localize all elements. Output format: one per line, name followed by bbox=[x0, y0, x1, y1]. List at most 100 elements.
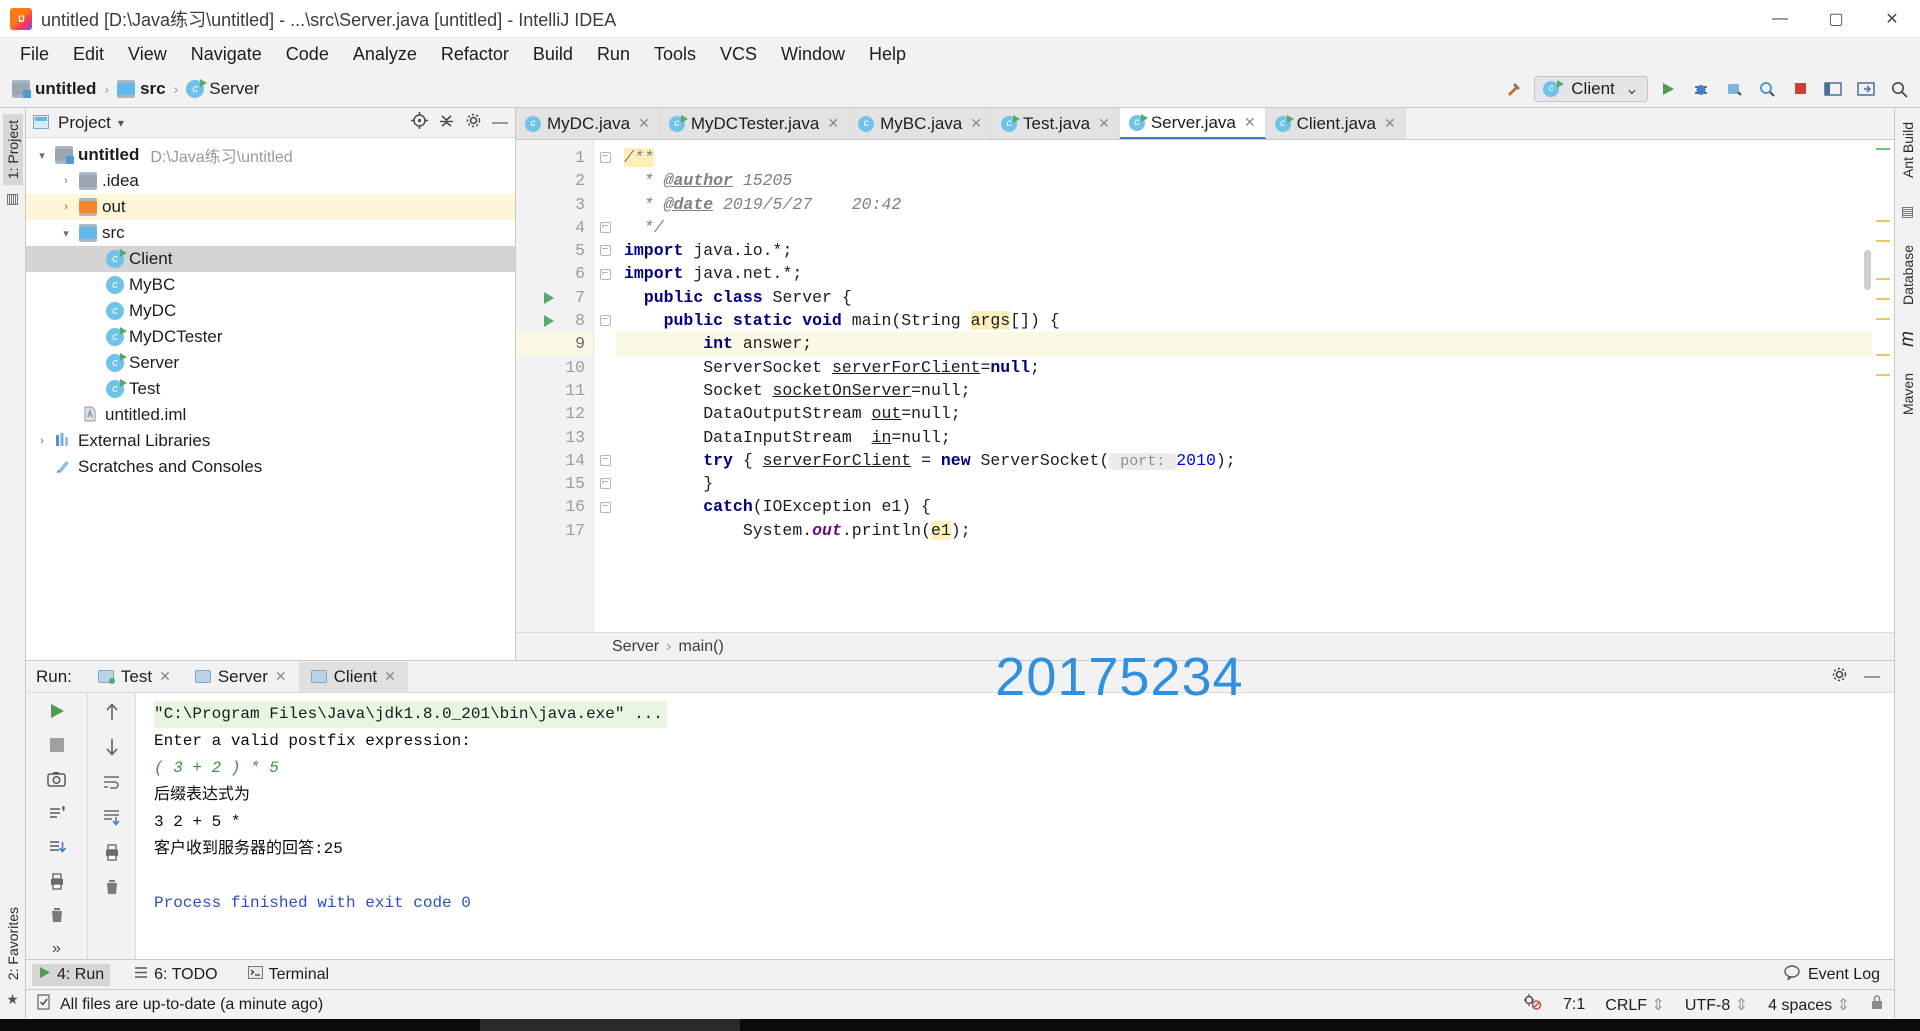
fold-marker[interactable]: ⌐ bbox=[594, 262, 616, 285]
print-icon[interactable] bbox=[45, 870, 69, 891]
run-icon[interactable] bbox=[1655, 76, 1681, 102]
search-icon[interactable] bbox=[1886, 76, 1912, 102]
code-line[interactable]: ServerSocket serverForClient=null; bbox=[616, 356, 1894, 379]
down-arrow-icon[interactable] bbox=[100, 736, 124, 758]
sidebar-item-ant-build[interactable]: Ant Build bbox=[1898, 116, 1918, 184]
code-line[interactable]: } bbox=[616, 472, 1894, 495]
build-hammer-icon[interactable] bbox=[1501, 76, 1527, 102]
fold-marker[interactable]: − bbox=[594, 239, 616, 262]
run-tab-client[interactable]: Client ✕ bbox=[298, 661, 408, 692]
line-number[interactable]: 14 bbox=[516, 449, 593, 472]
run-tab-server[interactable]: Server ✕ bbox=[183, 662, 299, 692]
tree-node-mydc[interactable]: c MyDC bbox=[26, 298, 515, 324]
layout-icon[interactable] bbox=[1820, 76, 1846, 102]
tree-node-mydctester[interactable]: c MyDCTester bbox=[26, 324, 515, 350]
run-gutter-icon[interactable] bbox=[544, 291, 554, 304]
line-number[interactable]: 6 bbox=[516, 262, 593, 285]
editor-scrollbar[interactable] bbox=[1863, 140, 1872, 632]
export-icon[interactable] bbox=[45, 837, 69, 858]
close-icon[interactable]: ✕ bbox=[1098, 115, 1110, 132]
code-line[interactable]: try { serverForClient = new ServerSocket… bbox=[616, 449, 1894, 472]
caret-position[interactable]: 7:1 bbox=[1563, 996, 1585, 1014]
sidebar-item-maven[interactable]: Maven bbox=[1898, 367, 1918, 421]
fold-marker[interactable] bbox=[594, 519, 616, 542]
trash-icon[interactable] bbox=[45, 904, 69, 925]
close-icon[interactable]: ✕ bbox=[970, 115, 982, 132]
close-icon[interactable]: ✕ bbox=[1384, 115, 1396, 132]
sidebar-item-database[interactable]: Database bbox=[1898, 239, 1918, 311]
code-editor[interactable]: 1 2 3 4 5 6 7 8 9 10 11 12 13 14 15 16 17 − ⌐ − ⌐ − − ⌐ − /** *… bbox=[516, 140, 1894, 632]
editor-tab-test[interactable]: c Test.java ✕ bbox=[992, 108, 1120, 139]
profiler-icon[interactable] bbox=[1754, 76, 1780, 102]
menu-edit[interactable]: Edit bbox=[61, 41, 116, 68]
fold-marker[interactable]: ⌐ bbox=[594, 216, 616, 239]
tree-node-external-libraries[interactable]: › External Libraries bbox=[26, 428, 515, 454]
close-icon[interactable]: ✕ bbox=[159, 668, 171, 685]
editor-tab-mydc[interactable]: c MyDC.java ✕ bbox=[516, 108, 660, 139]
fold-marker[interactable] bbox=[594, 286, 616, 309]
maven-m-icon[interactable]: m bbox=[1895, 325, 1920, 353]
line-number[interactable]: 13 bbox=[516, 426, 593, 449]
inspection-off-icon[interactable] bbox=[1523, 993, 1543, 1016]
run-gutter-icon[interactable] bbox=[544, 315, 554, 328]
console-output[interactable]: "C:\Program Files\Java\jdk1.8.0_201\bin\… bbox=[136, 693, 1894, 959]
sidebar-item-project-tab[interactable]: 1: Project bbox=[2, 114, 23, 186]
tree-node-untitled[interactable]: ▾ untitled D:\Java练习\untitled bbox=[26, 142, 515, 168]
fold-marker[interactable] bbox=[594, 402, 616, 425]
tree-node-iml[interactable]: untitled.iml bbox=[26, 402, 515, 428]
maximize-button[interactable]: ▢ bbox=[1808, 0, 1864, 38]
more-icon[interactable]: » bbox=[45, 938, 69, 959]
close-icon[interactable]: ✕ bbox=[638, 115, 650, 132]
tree-node-test[interactable]: c Test bbox=[26, 376, 515, 402]
code-folding-column[interactable]: − ⌐ − ⌐ − − ⌐ − bbox=[594, 140, 616, 632]
code-line[interactable]: DataInputStream in=null; bbox=[616, 426, 1894, 449]
tree-node-idea[interactable]: › .idea bbox=[26, 168, 515, 194]
chevron-right-icon[interactable]: › bbox=[58, 201, 74, 213]
close-icon[interactable]: ✕ bbox=[384, 668, 396, 685]
code-line[interactable]: System.out.println(e1); bbox=[616, 519, 1894, 542]
trash-icon[interactable] bbox=[100, 876, 124, 898]
editor-tab-mydctester[interactable]: c MyDCTester.java ✕ bbox=[659, 108, 850, 139]
stop-icon[interactable] bbox=[45, 735, 69, 756]
line-number[interactable]: 10 bbox=[516, 356, 593, 379]
code-line[interactable]: public class Server { bbox=[616, 286, 1894, 309]
settings-gear-icon[interactable] bbox=[1831, 666, 1848, 688]
file-encoding[interactable]: UTF-8 ⇕ bbox=[1685, 995, 1748, 1015]
database-icon[interactable]: ▤ bbox=[1901, 203, 1914, 220]
menu-help[interactable]: Help bbox=[857, 41, 918, 68]
menu-vcs[interactable]: VCS bbox=[708, 41, 769, 68]
lock-icon[interactable] bbox=[1870, 994, 1884, 1015]
print-icon[interactable] bbox=[100, 841, 124, 863]
editor-tab-mybc[interactable]: c MyBC.java ✕ bbox=[849, 108, 992, 139]
line-number[interactable]: 2 bbox=[516, 169, 593, 192]
tree-node-client[interactable]: c Client bbox=[26, 246, 515, 272]
editor-tab-server[interactable]: c Server.java ✕ bbox=[1119, 108, 1266, 139]
editor-tab-client[interactable]: c Client.java ✕ bbox=[1265, 108, 1406, 139]
chevron-down-icon[interactable]: ▾ bbox=[118, 116, 124, 130]
fold-marker[interactable] bbox=[594, 169, 616, 192]
stop-icon[interactable] bbox=[1787, 76, 1813, 102]
fold-marker[interactable] bbox=[594, 426, 616, 449]
tree-node-src[interactable]: ▾ src bbox=[26, 220, 515, 246]
line-number[interactable]: 4 bbox=[516, 216, 593, 239]
fold-marker[interactable] bbox=[594, 332, 616, 355]
close-icon[interactable]: ✕ bbox=[275, 668, 287, 685]
pin-icon[interactable] bbox=[45, 803, 69, 824]
code-line[interactable]: DataOutputStream out=null; bbox=[616, 402, 1894, 425]
code-line[interactable]: * @date 2019/5/27 20:42 bbox=[616, 193, 1894, 216]
code-line[interactable]: Socket socketOnServer=null; bbox=[616, 379, 1894, 402]
run-configuration-selector[interactable]: c Client ⌄ bbox=[1534, 75, 1648, 102]
hide-icon[interactable]: — bbox=[1864, 668, 1880, 686]
chevron-down-icon[interactable]: ▾ bbox=[58, 227, 74, 240]
hide-icon[interactable]: — bbox=[492, 114, 508, 132]
minimize-button[interactable]: — bbox=[1752, 0, 1808, 38]
collapse-all-icon[interactable] bbox=[438, 112, 455, 134]
menu-file[interactable]: File bbox=[8, 41, 61, 68]
close-icon[interactable]: ✕ bbox=[827, 115, 839, 132]
line-number[interactable]: 15 bbox=[516, 472, 593, 495]
scroll-to-end-icon[interactable] bbox=[100, 806, 124, 828]
fold-marker[interactable]: − bbox=[594, 449, 616, 472]
line-number-gutter[interactable]: 1 2 3 4 5 6 7 8 9 10 11 12 13 14 15 16 17 bbox=[516, 140, 594, 632]
code-line[interactable]: import java.net.*; bbox=[616, 262, 1894, 285]
up-arrow-icon[interactable] bbox=[100, 701, 124, 723]
